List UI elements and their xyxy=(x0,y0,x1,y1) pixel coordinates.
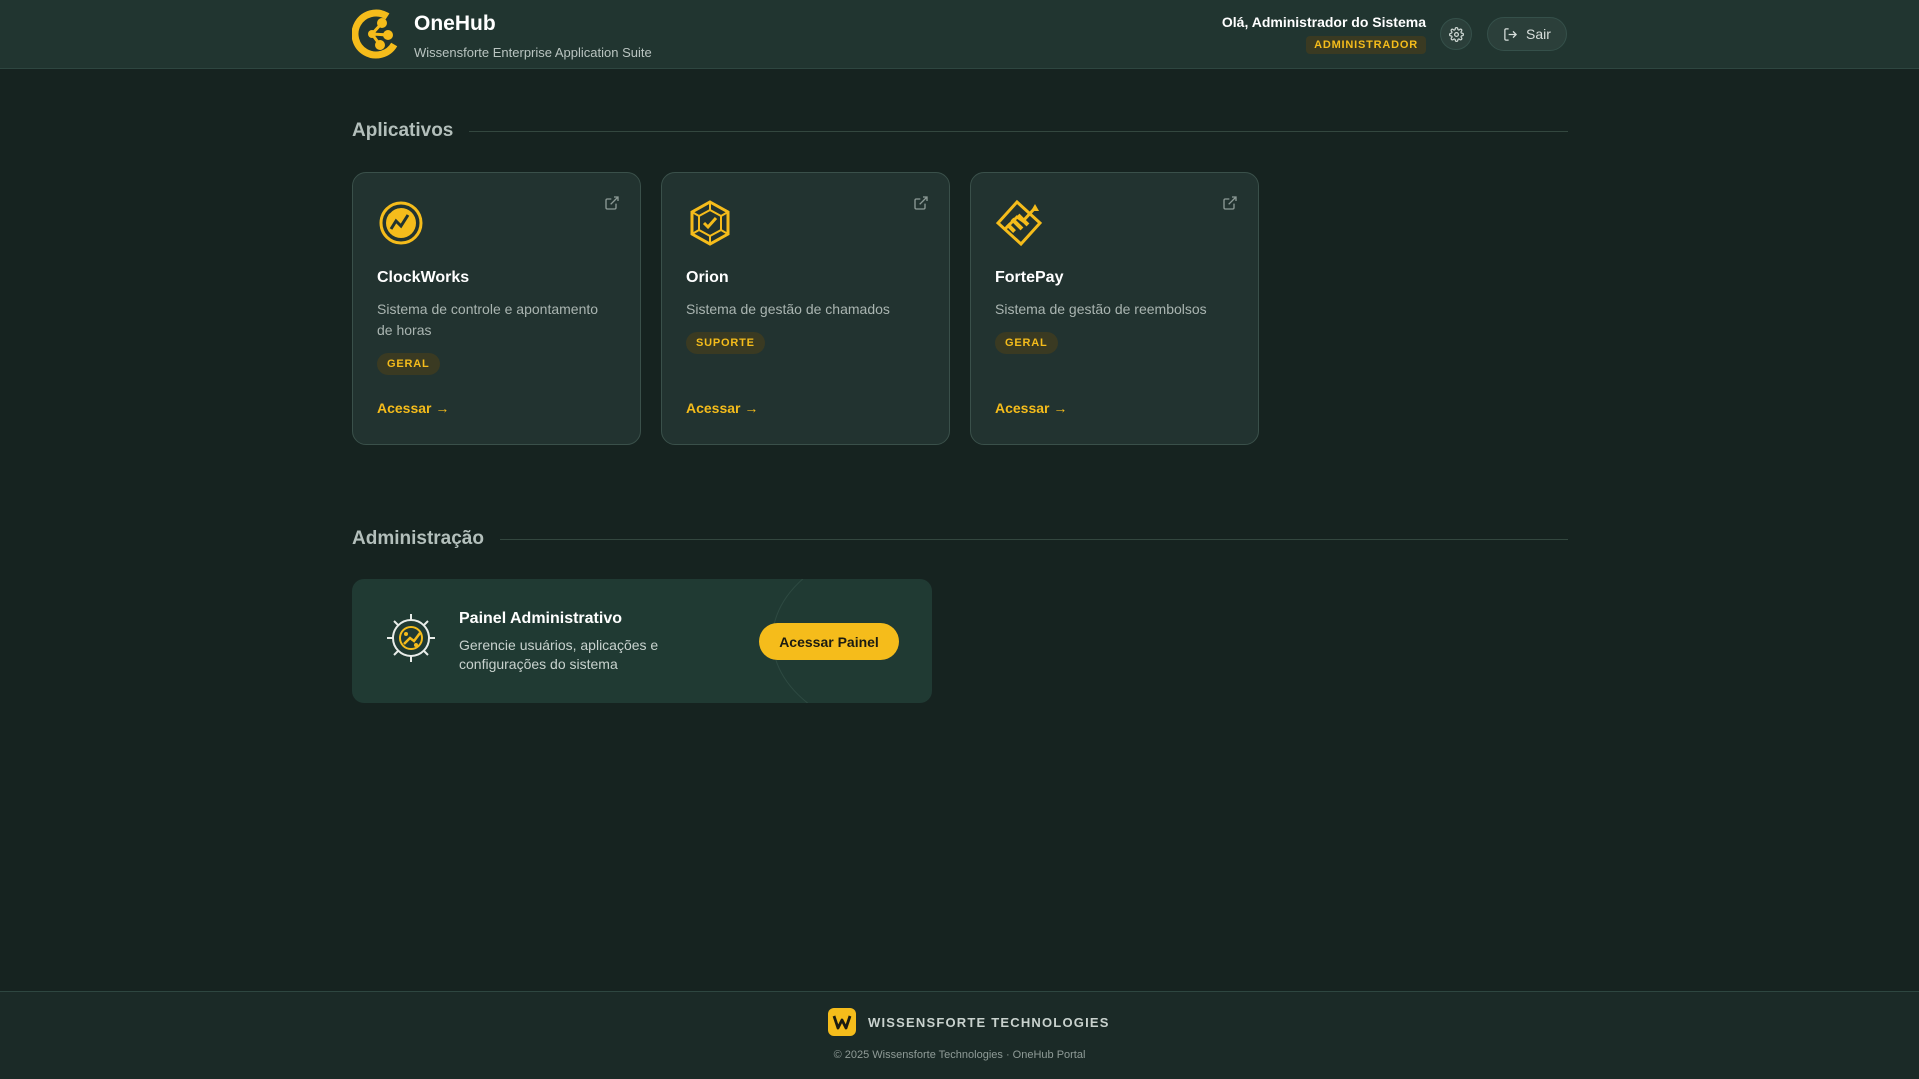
footer-company-name: WISSENSFORTE TECHNOLOGIES xyxy=(868,1014,1110,1030)
app-subtitle: Wissensforte Enterprise Application Suit… xyxy=(414,45,652,60)
app-category-badge: GERAL xyxy=(995,332,1058,354)
access-panel-button[interactable]: Acessar Painel xyxy=(759,623,899,660)
footer: WISSENSFORTE TECHNOLOGIES © 2025 Wissens… xyxy=(0,991,1919,1079)
footer-brand: WISSENSFORTE TECHNOLOGIES xyxy=(828,1008,1110,1036)
top-header: OneHub Wissensforte Enterprise Applicati… xyxy=(0,0,1919,69)
admin-panel-description: Gerencie usuários, aplicações e configur… xyxy=(459,637,659,672)
settings-button[interactable] xyxy=(1440,18,1472,50)
onehub-logo-icon xyxy=(352,9,400,59)
app-name: Orion xyxy=(686,269,729,286)
admin-panel-card: Painel Administrativo Gerencie usuários,… xyxy=(352,579,932,703)
clock-chart-icon xyxy=(379,201,423,245)
app-card-clockworks[interactable]: ClockWorks Sistema de controle e apontam… xyxy=(352,172,641,445)
access-link[interactable]: Acessar → xyxy=(686,400,758,416)
hexagon-check-icon xyxy=(690,200,730,246)
app-description: Sistema de controle e apontamento de hor… xyxy=(377,301,599,338)
admin-panel-title: Painel Administrativo xyxy=(459,610,622,627)
app-title: OneHub xyxy=(414,12,496,35)
gear-icon xyxy=(1448,26,1464,42)
external-link-icon[interactable] xyxy=(1222,195,1238,211)
logout-label: Sair xyxy=(1526,26,1551,42)
external-link-icon[interactable] xyxy=(604,195,620,211)
divider xyxy=(469,130,1568,132)
admin-heading: Administração xyxy=(352,528,484,549)
app-card-orion[interactable]: Orion Sistema de gestão de chamados SUPO… xyxy=(661,172,950,445)
apps-section-title: Aplicativos xyxy=(352,120,1568,142)
wissensforte-logo-icon xyxy=(828,1008,856,1036)
app-category-badge: SUPORTE xyxy=(686,332,765,354)
app-category-badge: GERAL xyxy=(377,353,440,375)
apps-heading: Aplicativos xyxy=(352,120,454,141)
app-card-fortepay[interactable]: FortePay Sistema de gestão de reembolsos… xyxy=(970,172,1259,445)
footer-copyright: © 2025 Wissensforte Technologies · OneHu… xyxy=(833,1049,1086,1061)
user-info: Olá, Administrador do Sistema ADMINISTRA… xyxy=(1222,14,1426,54)
payment-chart-icon xyxy=(995,199,1043,247)
logout-button[interactable]: Sair xyxy=(1487,17,1567,51)
external-link-icon[interactable] xyxy=(913,195,929,211)
app-description: Sistema de gestão de reembolsos xyxy=(995,301,1207,317)
logout-icon xyxy=(1504,27,1518,41)
user-greeting: Olá, Administrador do Sistema xyxy=(1221,14,1426,30)
app-name: FortePay xyxy=(995,269,1064,286)
app-description: Sistema de gestão de chamados xyxy=(686,301,890,317)
access-link[interactable]: Acessar → xyxy=(377,400,449,416)
divider xyxy=(499,538,1568,540)
gear-chart-icon xyxy=(387,614,435,662)
app-name: ClockWorks xyxy=(377,269,470,286)
access-link[interactable]: Acessar → xyxy=(995,400,1067,416)
brand[interactable]: OneHub Wissensforte Enterprise Applicati… xyxy=(352,9,652,60)
role-badge: ADMINISTRADOR xyxy=(1306,36,1426,54)
admin-section-title: Administração xyxy=(352,528,1568,550)
